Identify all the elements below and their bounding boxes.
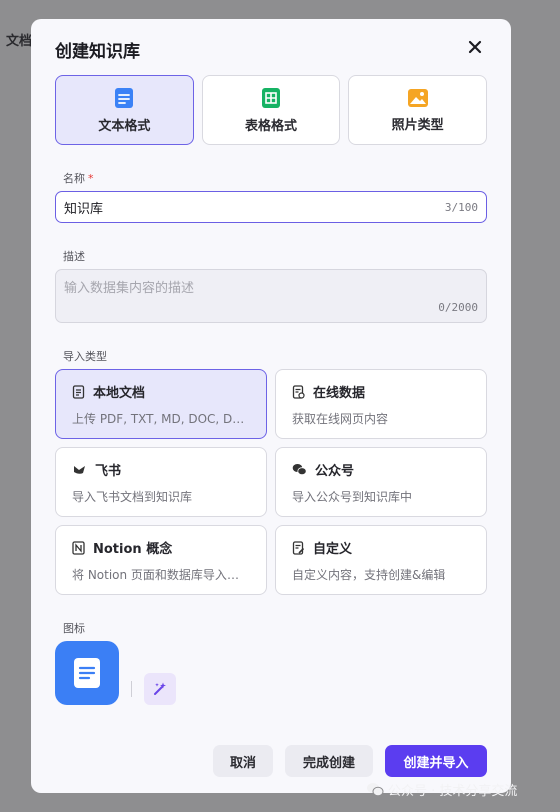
description-input[interactable]: 输入数据集内容的描述 0/2000 <box>55 269 487 323</box>
close-icon <box>468 40 482 54</box>
option-description: 导入飞书文档到知识库 <box>72 490 193 504</box>
feishu-icon <box>74 466 85 474</box>
import-option-online-data[interactable]: 在线数据 获取在线网页内容 <box>275 369 487 439</box>
import-option-custom[interactable]: 自定义 自定义内容，支持创建&编辑 <box>275 525 487 595</box>
description-placeholder: 输入数据集内容的描述 <box>64 281 195 296</box>
option-title: 公众号 <box>315 464 355 479</box>
required-mark: * <box>88 172 94 185</box>
name-input-value: 知识库 <box>64 201 104 217</box>
wechat-icon <box>367 783 384 797</box>
option-description: 自定义内容，支持创建&编辑 <box>292 568 446 582</box>
doc-icon <box>115 87 134 108</box>
name-input[interactable]: 知识库 3/100 <box>55 191 487 223</box>
ai-generate-icon-button[interactable] <box>144 673 176 705</box>
table-icon <box>262 87 280 108</box>
web-doc-icon <box>292 384 305 399</box>
icon-label: 图标 <box>63 622 85 635</box>
description-char-counter: 0/2000 <box>438 301 478 314</box>
option-title: 本地文档 <box>93 386 146 401</box>
create-and-import-button[interactable]: 创建并导入 <box>385 745 487 777</box>
option-title: 自定义 <box>313 542 353 557</box>
option-title: 飞书 <box>95 464 122 479</box>
import-option-feishu[interactable]: 飞书 导入飞书文档到知识库 <box>55 447 267 517</box>
wechat-icon <box>292 464 307 476</box>
tab-photo-type[interactable]: 照片类型 <box>348 75 488 145</box>
image-icon <box>407 88 428 107</box>
description-label: 描述 <box>63 250 85 263</box>
create-knowledge-base-dialog: 创建知识库 文本格式 表格格式 照片类型 名称 * 知识库 3/100 描述 输… <box>31 19 511 793</box>
tab-table-format[interactable]: 表格格式 <box>201 75 341 145</box>
file-icon <box>72 384 85 399</box>
option-title: Notion 概念 <box>93 542 173 557</box>
knowledge-base-icon-preview[interactable] <box>55 641 119 705</box>
dialog-title: 创建知识库 <box>55 42 140 62</box>
import-option-wechat-official[interactable]: 公众号 导入公众号到知识库中 <box>275 447 487 517</box>
close-button[interactable] <box>465 37 485 57</box>
notion-icon <box>72 540 85 555</box>
magic-wand-icon <box>154 682 166 695</box>
background-doc-label: 文档 <box>6 34 33 49</box>
import-type-label: 导入类型 <box>63 350 107 363</box>
tab-text-format[interactable]: 文本格式 <box>55 75 194 145</box>
watermark: 公众号 · 技术分享交流 <box>366 780 517 799</box>
option-description: 将 Notion 页面和数据库导入知识库 <box>72 568 250 582</box>
option-title: 在线数据 <box>313 386 366 401</box>
edit-doc-icon <box>292 540 305 555</box>
option-description: 获取在线网页内容 <box>292 412 389 426</box>
tab-label: 文本格式 <box>98 118 151 134</box>
option-description: 导入公众号到知识库中 <box>292 490 413 504</box>
tab-label: 表格格式 <box>245 118 298 134</box>
watermark-text: 公众号 · 技术分享交流 <box>388 784 518 799</box>
cancel-button[interactable]: 取消 <box>213 745 273 777</box>
name-label: 名称 * <box>63 172 94 185</box>
tab-label: 照片类型 <box>391 117 444 133</box>
option-description: 上传 PDF, TXT, MD, DOC, DOCX <box>72 412 250 426</box>
import-option-notion[interactable]: Notion 概念 将 Notion 页面和数据库导入知识库 <box>55 525 267 595</box>
finish-create-button[interactable]: 完成创建 <box>285 745 373 777</box>
import-type-options: 本地文档 上传 PDF, TXT, MD, DOC, DOCX 在线数据 获取在… <box>55 369 487 595</box>
icon-divider <box>131 681 132 697</box>
doc-icon <box>74 658 100 688</box>
import-option-local-document[interactable]: 本地文档 上传 PDF, TXT, MD, DOC, DOCX <box>55 369 267 439</box>
name-char-counter: 3/100 <box>444 200 478 214</box>
format-tabs: 文本格式 表格格式 照片类型 <box>55 75 488 145</box>
